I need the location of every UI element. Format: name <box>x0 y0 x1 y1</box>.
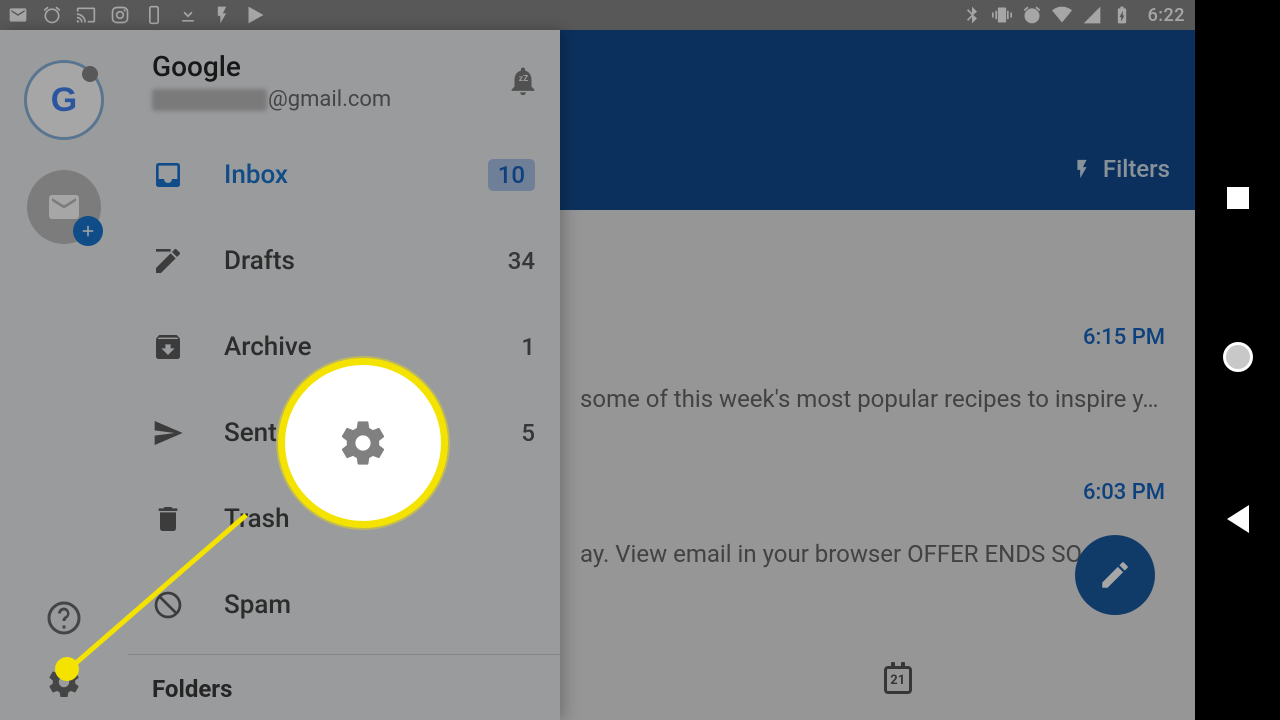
google-account-avatar[interactable]: G <box>24 60 104 140</box>
callout-dot <box>55 657 79 681</box>
add-account-avatar[interactable] <box>27 170 101 244</box>
status-clock: 6:22 <box>1148 5 1185 26</box>
account-name: Google <box>152 50 391 83</box>
folder-spam[interactable]: Spam <box>128 562 560 648</box>
account-email: @gmail.com <box>152 87 391 112</box>
account-rail: G <box>0 30 128 720</box>
drafts-icon <box>152 245 184 277</box>
folders-section-label: Folders <box>128 654 560 713</box>
nav-recent-button[interactable] <box>1227 187 1249 209</box>
filters-label: Filters <box>1103 155 1170 183</box>
compose-fab[interactable] <box>1075 535 1155 615</box>
svg-text:zZ: zZ <box>519 74 528 84</box>
phone-outline-icon <box>144 5 164 25</box>
email-snippet: ay. View email in your browser OFFER END… <box>580 540 1160 568</box>
wifi-icon <box>1052 5 1072 25</box>
folder-label: Spam <box>224 590 535 620</box>
gear-icon <box>337 417 389 469</box>
nav-back-button[interactable] <box>1227 505 1249 533</box>
snooze-bell-icon[interactable]: zZ <box>506 64 540 98</box>
bluetooth-icon <box>962 5 982 25</box>
folder-drafts[interactable]: Drafts 34 <box>128 218 560 304</box>
redacted-email-prefix <box>152 89 267 111</box>
folder-label: Drafts <box>224 246 508 276</box>
presence-dot-icon <box>82 66 98 82</box>
help-icon[interactable] <box>46 600 82 636</box>
bolt-icon <box>212 5 232 25</box>
add-icon <box>73 216 103 246</box>
folder-label: Archive <box>224 332 521 362</box>
inbox-icon <box>152 159 184 191</box>
account-header[interactable]: Google @gmail.com zZ <box>128 30 560 132</box>
play-check-icon <box>246 5 266 25</box>
filters-button[interactable]: Filters <box>1071 155 1170 183</box>
folder-count: 34 <box>508 247 535 275</box>
status-bar: 6:22 <box>0 0 1195 30</box>
mail-notification-icon <box>8 5 28 25</box>
callout-highlight <box>278 358 448 528</box>
navigation-drawer: G Google @gmail.com <box>0 30 560 720</box>
battery-charging-icon <box>1112 5 1132 25</box>
pencil-icon <box>1098 558 1132 592</box>
alarm-status-icon <box>1022 5 1042 25</box>
cast-icon <box>76 5 96 25</box>
folder-label: Inbox <box>224 160 488 190</box>
nav-home-button[interactable] <box>1223 342 1253 372</box>
folder-inbox[interactable]: Inbox 10 <box>128 132 560 218</box>
archive-icon <box>152 331 184 363</box>
vibrate-icon <box>992 5 1012 25</box>
email-time: 6:03 PM <box>1083 480 1165 505</box>
folder-count: 1 <box>521 333 535 361</box>
bolt-icon <box>1071 158 1093 180</box>
folder-count: 5 <box>521 419 535 447</box>
signal-icon <box>1082 5 1102 25</box>
folder-count: 10 <box>488 159 535 191</box>
instagram-icon <box>110 5 130 25</box>
download-icon <box>178 5 198 25</box>
calendar-icon[interactable]: 21 <box>884 666 912 694</box>
email-time: 6:15 PM <box>1083 325 1165 350</box>
email-snippet: some of this week's most popular recipes… <box>580 385 1160 413</box>
device-screen: 6:22 Filters 6:15 PM some of this week's… <box>0 0 1195 720</box>
trash-icon <box>152 503 184 535</box>
alarm-icon <box>42 5 62 25</box>
system-nav-bar <box>1195 0 1280 720</box>
sent-icon <box>152 417 184 449</box>
